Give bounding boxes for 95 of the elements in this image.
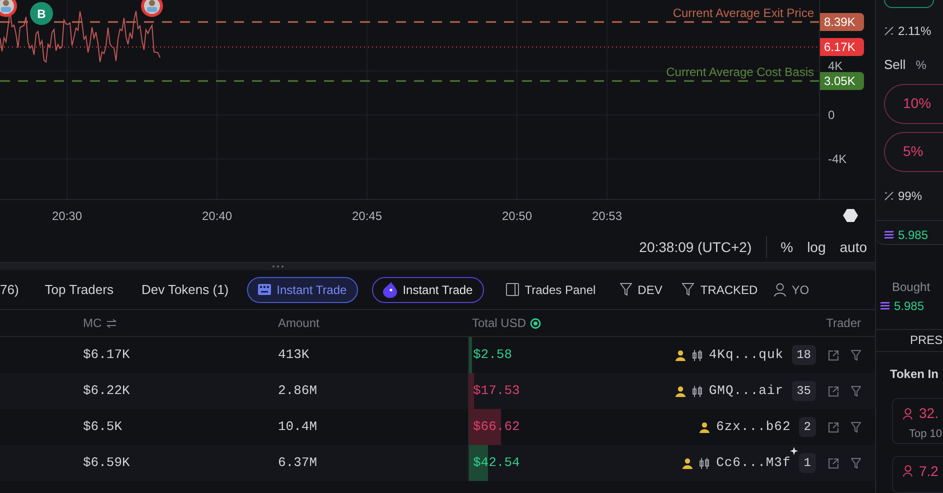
sol-icon	[880, 301, 890, 310]
sell-mode-toggle[interactable]: %	[916, 56, 926, 74]
filter-button[interactable]: DEV	[620, 280, 662, 298]
table-cell-text: $6.17K	[83, 346, 131, 364]
slippage-value: 99%	[898, 188, 922, 204]
sell-preset-button[interactable]: 10%	[884, 84, 943, 124]
hexagon-icon[interactable]	[843, 209, 858, 222]
y-axis-label: -4K	[828, 151, 847, 168]
filter-icon	[620, 283, 632, 296]
presets-tab[interactable]: PRES	[910, 331, 943, 350]
scale-option[interactable]: %	[780, 236, 794, 258]
resize-handle-icon[interactable]	[272, 265, 284, 268]
holders-icon	[903, 408, 915, 420]
keyboard-icon	[258, 284, 271, 295]
trade-count-badge: 1	[798, 453, 816, 473]
table-cell-text: $6.59K	[83, 454, 131, 472]
person-icon	[674, 386, 686, 396]
scale-option[interactable]: log	[807, 236, 826, 258]
price-level-label: Current Average Cost Basis	[666, 64, 814, 81]
price-level-label: Current Average Exit Price	[672, 5, 814, 22]
instant-trade-button[interactable]: Instant Trade	[372, 276, 484, 302]
tab[interactable]: 76)	[0, 280, 19, 299]
slippage-icon	[884, 190, 894, 200]
external-link-icon[interactable]	[828, 458, 839, 468]
x-axis-label: 20:45	[350, 208, 384, 225]
filter-button[interactable]: YO	[774, 280, 810, 298]
section-title: Token In	[890, 367, 938, 382]
person-icon	[699, 422, 710, 432]
instant-trade-button[interactable]: Instant Trade	[246, 276, 358, 302]
holders-icon	[903, 465, 915, 478]
external-link-icon[interactable]	[828, 386, 839, 396]
trade-count-badge: 2	[798, 417, 816, 437]
table-cell-text: $6.22K	[83, 382, 131, 400]
scale-option[interactable]: auto	[840, 236, 867, 258]
buy-button[interactable]	[884, 0, 934, 8]
balance-value: 5.985	[898, 226, 928, 244]
slippage-value: 2.11%	[898, 23, 932, 40]
table-cell-text: 6.37M	[278, 454, 318, 472]
column-header: Amount	[278, 315, 320, 332]
stat-value: 32.	[919, 404, 938, 424]
tab[interactable]: Top Traders	[44, 280, 114, 299]
person-icon	[674, 350, 686, 360]
table-cell-text: $66.62	[473, 418, 520, 436]
table-cell-text: 413K	[278, 346, 310, 364]
filter-icon[interactable]	[851, 350, 861, 360]
filter-icon[interactable]	[851, 422, 861, 432]
buy-marker: B	[30, 2, 53, 25]
tab[interactable]: Dev Tokens (1)	[141, 280, 229, 299]
trader-address-link[interactable]: 6zx...b62	[716, 417, 791, 437]
trader-address-link[interactable]: GMQ...air	[708, 381, 784, 401]
x-axis-label: 20:53	[590, 208, 624, 225]
x-axis-label: 20:30	[50, 208, 84, 225]
external-link-icon[interactable]	[828, 350, 839, 360]
stat-caption: Top 10	[908, 427, 943, 442]
trades-panel-toggle[interactable]: Trades Panel	[506, 280, 596, 298]
trader-address-link[interactable]: Cc6...M3f	[716, 453, 791, 473]
sell-label: Sell	[884, 56, 906, 74]
person-icon	[682, 458, 694, 468]
table-cell-text: 2.86M	[278, 382, 318, 400]
user-icon	[774, 282, 786, 296]
drop-icon	[382, 282, 397, 298]
x-axis-label: 20:40	[200, 208, 234, 225]
panel-icon	[506, 283, 519, 296]
external-link-icon[interactable]	[828, 422, 839, 432]
y-axis-label: 0	[828, 107, 835, 124]
table-cell-text: 10.4M	[278, 418, 318, 436]
column-header: Total USD	[472, 314, 628, 332]
avatar-marker-icon	[140, 0, 164, 18]
table-cell-text: $17.53	[473, 382, 520, 400]
trade-count-badge: 35	[792, 381, 816, 401]
table-cell-text: $2.58	[473, 346, 512, 364]
bought-label: Bought	[892, 278, 932, 296]
x-axis-label: 20:50	[500, 208, 534, 225]
sol-icon	[884, 230, 894, 239]
stat-value: 7.2	[919, 462, 938, 481]
filter-button[interactable]: TRACKED	[682, 280, 758, 298]
bought-value: 5.985	[894, 298, 924, 314]
y-axis-label: 4K	[828, 58, 843, 75]
price-tag: 8.39K	[820, 13, 864, 31]
table-cell-text: $6.5K	[83, 418, 124, 436]
refresh-icon[interactable]	[530, 318, 542, 328]
table-cell-text: $42.54	[473, 454, 520, 472]
chart-time: 20:38:09 (UTC+2)	[639, 238, 752, 257]
price-tag: 6.17K	[820, 38, 864, 56]
price-tag: 3.05K	[820, 72, 864, 90]
slippage-icon	[884, 26, 894, 36]
trade-count-badge: 18	[792, 345, 816, 365]
column-header: Trader	[825, 315, 862, 332]
trader-address-link[interactable]: 4Kq...quk	[708, 345, 784, 365]
column-header[interactable]: MC	[83, 314, 278, 332]
sell-preset-button[interactable]: 5%	[884, 132, 943, 172]
swap-icon	[106, 318, 117, 328]
filter-icon	[682, 283, 694, 296]
filter-icon[interactable]	[851, 386, 861, 396]
filter-icon[interactable]	[851, 458, 861, 468]
